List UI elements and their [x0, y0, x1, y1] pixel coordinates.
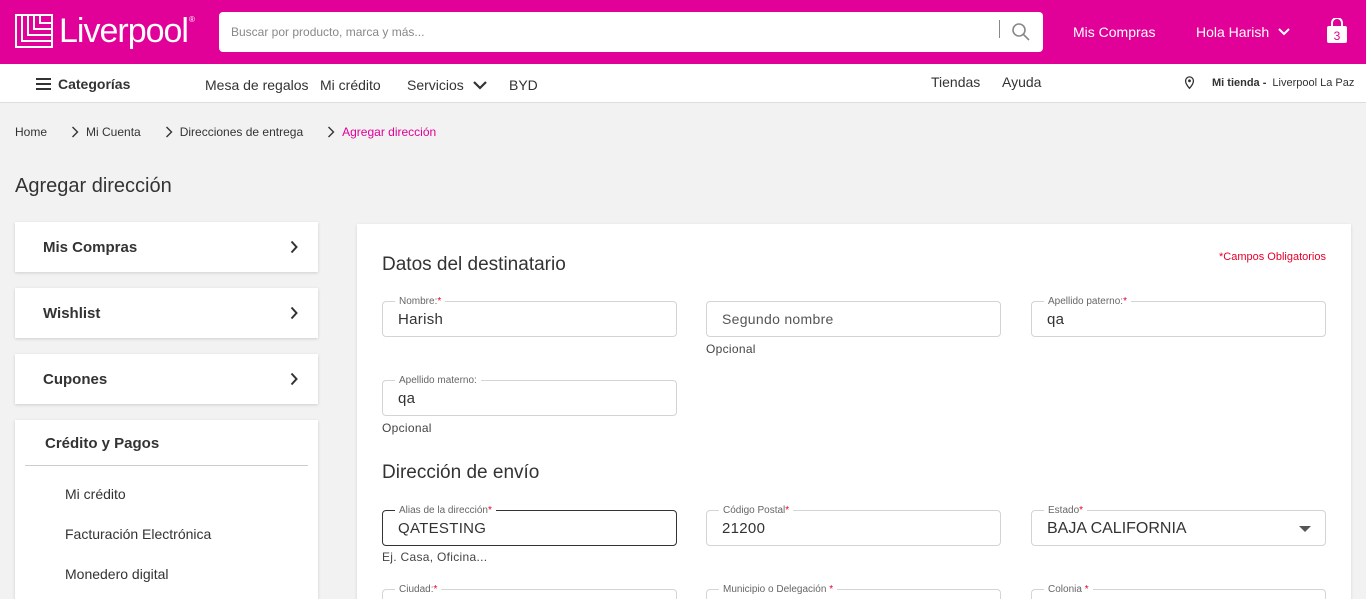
- sidebar-item-monedero[interactable]: Monedero digital: [65, 566, 169, 582]
- field-label: Nombre:*: [395, 296, 446, 307]
- apellido-materno-input[interactable]: [398, 390, 658, 407]
- ciudad-field: Ciudad:*: [382, 584, 677, 599]
- greeting-text: Hola Harish: [1196, 24, 1270, 40]
- apellido-paterno-input[interactable]: [1047, 311, 1307, 328]
- field-label: Alias de la dirección*: [395, 505, 496, 516]
- mis-compras-link[interactable]: Mis Compras: [1073, 24, 1155, 40]
- field-label: Apellido materno:: [395, 375, 481, 386]
- sidebar-item-label: Cupones: [43, 371, 108, 388]
- category-nav: Categorías Mesa de regalos Mi crédito Se…: [0, 64, 1366, 103]
- nav-mi-credito[interactable]: Mi crédito: [320, 77, 381, 93]
- search-divider: [999, 20, 1000, 38]
- apellido-paterno-field: Apellido paterno:*: [1031, 296, 1326, 337]
- colonia-field: Colonia *: [1031, 584, 1326, 599]
- liverpool-logo[interactable]: Liverpool ®: [15, 12, 195, 50]
- estado-select[interactable]: Estado* BAJA CALIFORNIA: [1031, 505, 1326, 546]
- account-menu[interactable]: Hola Harish: [1196, 24, 1290, 40]
- sidebar-item-label: Mis Compras: [43, 239, 138, 256]
- segundo-nombre-input[interactable]: [722, 311, 982, 327]
- nav-servicios-label: Servicios: [407, 77, 464, 93]
- store-name: Liverpool La Paz: [1272, 77, 1355, 89]
- codigo-postal-input[interactable]: [722, 520, 982, 537]
- nav-byd[interactable]: BYD: [509, 77, 538, 93]
- alias-input[interactable]: [398, 520, 658, 537]
- logo-mark-icon: [15, 14, 53, 48]
- section-title-shipping: Dirección de envío: [382, 462, 540, 483]
- alias-field: Alias de la dirección*: [382, 505, 677, 546]
- municipio-field: Municipio o Delegación *: [706, 584, 1001, 599]
- cart-count: 3: [1334, 29, 1341, 43]
- chevron-down-icon: [473, 80, 487, 90]
- nombre-field: Nombre:*: [382, 296, 677, 337]
- search-bar: [219, 12, 1043, 52]
- field-label: Municipio o Delegación *: [719, 584, 838, 595]
- estado-value: BAJA CALIFORNIA: [1047, 520, 1187, 537]
- sidebar-item-mi-credito[interactable]: Mi crédito: [65, 486, 126, 502]
- breadcrumb-home[interactable]: Home: [15, 125, 47, 139]
- logo-registered-mark: ®: [188, 14, 195, 24]
- section-title-recipient: Datos del destinatario: [382, 254, 566, 275]
- location-pin-icon: [1184, 76, 1195, 90]
- dropdown-arrow-icon: [1299, 526, 1311, 532]
- segundo-nombre-helper: Opcional: [706, 342, 756, 356]
- codigo-postal-field: Código Postal*: [706, 505, 1001, 546]
- chevron-right-icon: [290, 240, 298, 254]
- chevron-right-icon: [328, 126, 335, 138]
- field-label: Colonia *: [1044, 584, 1093, 595]
- segundo-nombre-field: [706, 301, 1001, 337]
- nav-ayuda[interactable]: Ayuda: [1002, 74, 1041, 90]
- logo-text: Liverpool: [59, 11, 189, 50]
- sidebar-item-facturacion[interactable]: Facturación Electrónica: [65, 526, 211, 542]
- chevron-right-icon: [290, 372, 298, 386]
- credito-y-pagos-title: Crédito y Pagos: [45, 435, 160, 452]
- nav-servicios[interactable]: Servicios: [407, 77, 487, 93]
- nav-tiendas[interactable]: Tiendas: [931, 74, 980, 90]
- field-label: Código Postal*: [719, 505, 794, 516]
- breadcrumb: Home Mi Cuenta Direcciones de entrega Ag…: [15, 125, 436, 139]
- breadcrumb-direcciones[interactable]: Direcciones de entrega: [180, 125, 303, 139]
- sidebar-item-cupones[interactable]: Cupones: [15, 354, 318, 404]
- sidebar-item-label: Wishlist: [43, 305, 101, 322]
- hamburger-icon: [36, 78, 52, 90]
- search-input[interactable]: [231, 22, 991, 42]
- divider: [25, 465, 308, 466]
- apellido-materno-helper: Opcional: [382, 421, 432, 435]
- page-title: Agregar dirección: [15, 175, 172, 197]
- credito-y-pagos-card: Crédito y Pagos Mi crédito Facturación E…: [15, 420, 318, 599]
- nav-mesa-de-regalos[interactable]: Mesa de regalos: [205, 77, 309, 93]
- field-label: Ciudad:*: [395, 584, 442, 595]
- chevron-right-icon: [290, 306, 298, 320]
- breadcrumb-mi-cuenta[interactable]: Mi Cuenta: [86, 125, 141, 139]
- categories-label: Categorías: [58, 76, 131, 92]
- search-icon[interactable]: [1009, 20, 1033, 44]
- store-label: Mi tienda -: [1212, 77, 1267, 89]
- alias-helper: Ej. Casa, Oficina...: [382, 550, 488, 564]
- nombre-input[interactable]: [398, 311, 658, 328]
- chevron-right-icon: [72, 126, 79, 138]
- chevron-right-icon: [165, 126, 173, 138]
- categories-menu[interactable]: Categorías: [36, 76, 130, 92]
- field-label: Estado*: [1044, 505, 1088, 516]
- sidebar-item-wishlist[interactable]: Wishlist: [15, 288, 318, 338]
- required-fields-note: *Campos Obligatorios: [1219, 251, 1326, 263]
- field-label: Apellido paterno:*: [1044, 296, 1131, 307]
- address-form-panel: *Campos Obligatorios Datos del destinata…: [357, 224, 1351, 599]
- breadcrumb-current: Agregar dirección: [342, 125, 437, 139]
- top-header: Liverpool ® Mis Compras Hola Harish 3: [0, 0, 1366, 64]
- shopping-bag-icon[interactable]: 3: [1325, 18, 1349, 44]
- store-selector[interactable]: Mi tienda - Liverpool La Paz: [1184, 76, 1354, 90]
- apellido-materno-field: Apellido materno:: [382, 375, 677, 416]
- chevron-down-icon: [1278, 28, 1290, 36]
- sidebar-item-mis-compras[interactable]: Mis Compras: [15, 222, 318, 272]
